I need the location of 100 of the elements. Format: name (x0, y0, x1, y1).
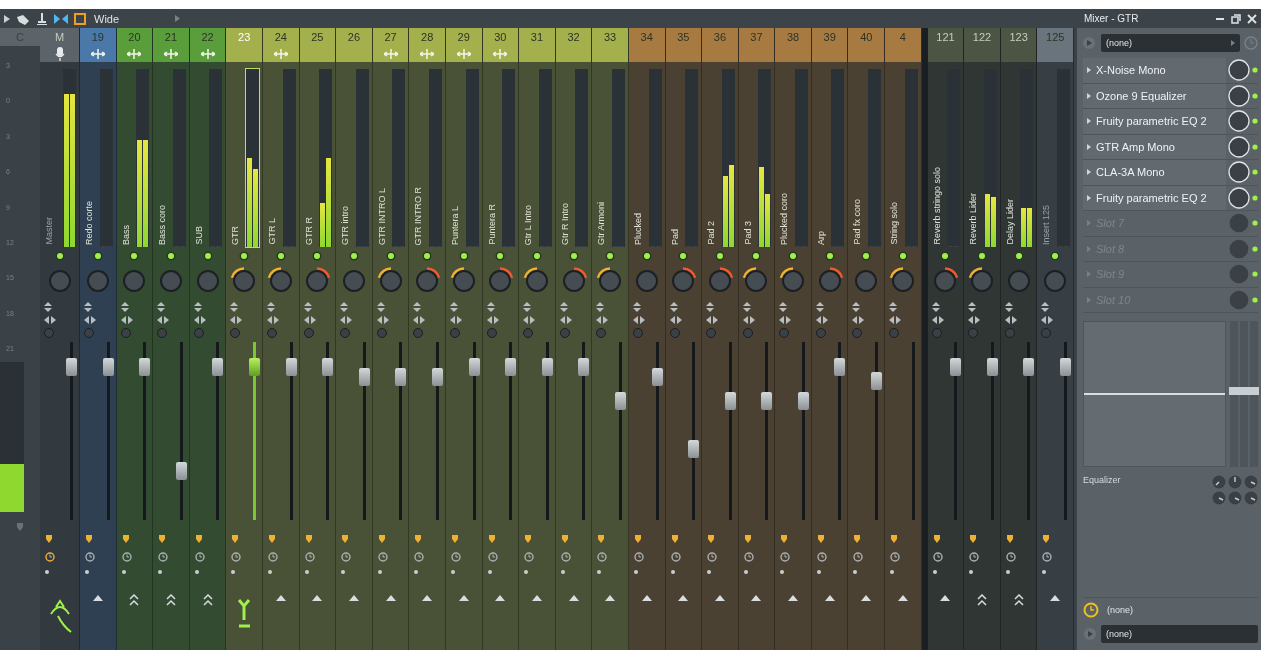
effect-slot[interactable]: Fruity parametric EQ 2 (1083, 109, 1226, 134)
track-name: Pad fx coro (851, 199, 864, 245)
track-name: Master (43, 217, 55, 245)
mixer-track[interactable]: 37 Pad 3 (738, 28, 776, 650)
output-dropdown[interactable]: (none) (1101, 625, 1258, 643)
preset-label[interactable]: Wide (94, 12, 120, 25)
track-name: GTR INTRO L (375, 188, 388, 245)
track-number[interactable]: 29 (445, 28, 482, 46)
track-name: Gtr L Intro (522, 204, 535, 245)
track-number[interactable]: 27 (372, 28, 409, 46)
track-number[interactable]: 25 (299, 28, 336, 46)
eq-label: Equalizer (1083, 475, 1121, 485)
track-number[interactable]: 40 (848, 28, 885, 46)
effect-slot[interactable]: Ozone 9 Equalizer (1083, 83, 1226, 108)
track-number[interactable]: 121 (927, 28, 964, 46)
mixer-track[interactable]: 20 Bass (116, 28, 154, 650)
mixer-track[interactable]: 33 Gtr Armoni (592, 28, 629, 650)
mixer-track[interactable]: 40 Pad fx coro (848, 28, 886, 650)
mixer-track[interactable]: 21 Bass coro (153, 28, 190, 650)
track-number[interactable]: 22 (189, 28, 226, 46)
slot-name: CLA-3A Mono (1096, 166, 1165, 179)
window-title: Mixer - GTR (1084, 13, 1139, 24)
track-number[interactable]: 37 (738, 28, 775, 46)
track-name: Pad 3 (741, 221, 754, 245)
mixer-track[interactable]: 123 Delay Lider (1000, 28, 1038, 650)
mixer-track[interactable]: 4 String solo (885, 28, 922, 650)
mixer-track[interactable]: 25 GTR R (299, 28, 337, 650)
mixer-track[interactable]: 22 SUB (189, 28, 227, 650)
mixer-track[interactable]: 36 Pad 2 (702, 28, 739, 650)
track-number[interactable]: 34 (628, 28, 665, 46)
mixer-track[interactable]: 39 Arp (811, 28, 849, 650)
mixer-track[interactable]: 122 Reverb Lider (964, 28, 1001, 650)
track-number[interactable]: 21 (153, 28, 189, 46)
track-number[interactable]: 4 (885, 28, 921, 46)
track-number[interactable]: 19 (80, 28, 116, 46)
track-name: GTR L (265, 218, 278, 245)
effect-slot[interactable]: GTR Amp Mono (1083, 134, 1226, 159)
track-name: String solo (888, 202, 901, 245)
track-name: Reverb Lider (967, 193, 980, 245)
mixer-track[interactable]: 125 Insert 125 (1037, 28, 1075, 650)
mixer-track[interactable]: 35 Pad (665, 28, 703, 650)
input-dropdown[interactable]: (none) (1101, 34, 1240, 52)
track-number[interactable]: 38 (775, 28, 811, 46)
track-number[interactable]: 32 (555, 28, 592, 46)
time-value: (none) (1107, 605, 1134, 615)
track-name: Puntera R (485, 204, 498, 245)
track-name: Gtr Armoni (595, 202, 608, 245)
effect-slot[interactable]: Fruity parametric EQ 2 (1083, 185, 1226, 210)
effect-slot[interactable]: CLA-3A Mono (1083, 160, 1226, 185)
mixer-track[interactable]: 121 Reverb stringo solo (927, 28, 965, 650)
track-number[interactable]: 31 (519, 28, 555, 46)
mixer-track[interactable]: 23 GTR (226, 28, 263, 650)
track-number[interactable]: M (40, 28, 79, 46)
track-name: Redo corte (83, 200, 95, 245)
mixer-track[interactable]: 26 GTR intro (336, 28, 373, 650)
track-number[interactable]: 28 (409, 28, 445, 46)
slot-name: X-Noise Mono (1096, 64, 1166, 77)
track-number[interactable]: 24 (262, 28, 299, 46)
mixer-track[interactable]: M Master (40, 28, 80, 650)
slot-name: Fruity parametric EQ 2 (1096, 191, 1207, 204)
track-name: Bass (119, 225, 132, 245)
track-name: GTR R (302, 217, 315, 245)
track-name: Pad (668, 229, 681, 245)
track-number[interactable]: 39 (811, 28, 848, 46)
mixer-track[interactable]: 34 Plucked (628, 28, 666, 650)
mixer-track[interactable]: 24 GTR L (262, 28, 300, 650)
mixer-track[interactable]: 38 Plucked coro (775, 28, 812, 650)
track-name: Bass coro (156, 204, 169, 245)
track-name: Plucked coro (778, 192, 791, 245)
track-number[interactable]: 33 (592, 28, 628, 46)
track-name: Plucked (631, 212, 644, 245)
track-number[interactable]: 36 (702, 28, 738, 46)
track-name: Arp (814, 231, 827, 245)
track-name: GTR intro (339, 206, 352, 245)
output-value: (none) (1106, 629, 1133, 639)
track-name: Delay Lider (1003, 199, 1016, 245)
track-number[interactable]: 122 (964, 28, 1000, 46)
input-value: (none) (1106, 38, 1133, 48)
track-number[interactable]: 20 (116, 28, 153, 46)
mixer-track[interactable]: 29 Puntera L (445, 28, 483, 650)
track-number[interactable]: 26 (336, 28, 372, 46)
mixer-track[interactable]: 19 Redo corte (80, 28, 117, 650)
mixer-track[interactable]: 31 Gtr L Intro (519, 28, 556, 650)
effect-slot[interactable]: X-Noise Mono (1083, 58, 1226, 83)
mixer-track[interactable]: 32 Gtr R Intro (555, 28, 593, 650)
mixer-track[interactable]: 27 GTR INTRO L (372, 28, 410, 650)
track-name: Reverb stringo solo (930, 167, 943, 245)
track-name: SUB (192, 226, 205, 245)
track-name: Puntera L (448, 205, 461, 245)
track-number[interactable]: 35 (665, 28, 702, 46)
track-name: Insert 125 (1040, 204, 1053, 245)
track-number[interactable]: 123 (1000, 28, 1037, 46)
track-number[interactable]: 30 (482, 28, 519, 46)
slot-name: GTR Amp Mono (1096, 140, 1175, 153)
slot-name: Ozone 9 Equalizer (1096, 89, 1187, 102)
track-name: GTR (229, 226, 242, 245)
mixer-track[interactable]: 30 Puntera R (482, 28, 520, 650)
mixer-track[interactable]: 28 GTR INTRO R (409, 28, 446, 650)
slot-name: Fruity parametric EQ 2 (1096, 115, 1207, 128)
track-name: Gtr R Intro (558, 203, 571, 245)
